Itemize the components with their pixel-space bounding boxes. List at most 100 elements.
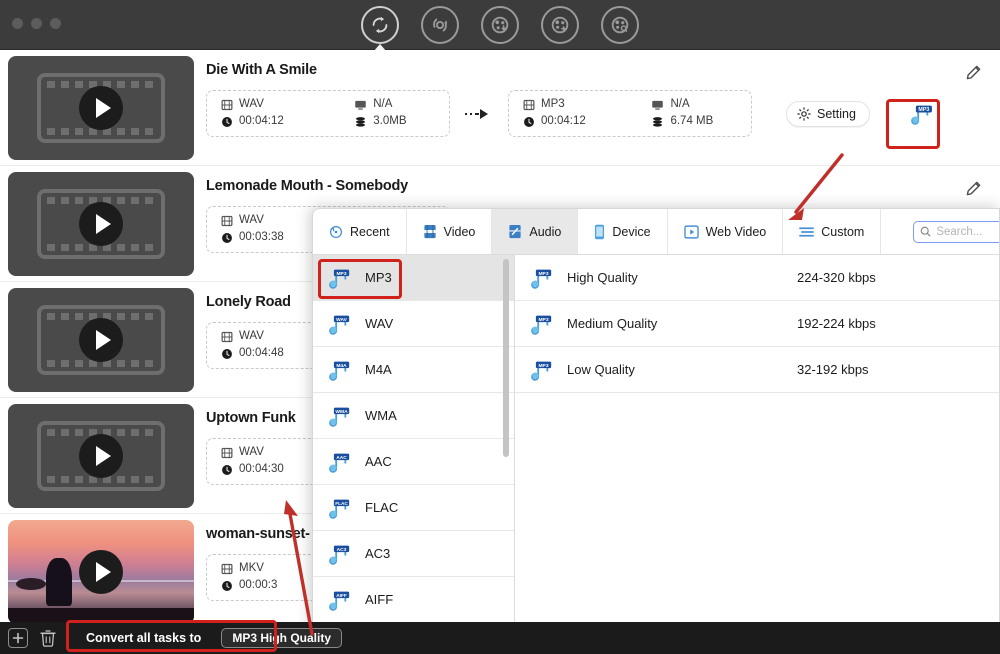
list-item[interactable]: AAC AAC (313, 439, 514, 485)
tab-custom[interactable]: Custom (783, 209, 882, 254)
svg-text:WMA: WMA (335, 408, 348, 414)
setting-button[interactable]: Setting (786, 100, 870, 127)
quality-name: Medium Quality (567, 316, 658, 331)
table-row[interactable]: Die With A Smile WAV N/A 00:04:12 3.0MB … (0, 50, 1000, 166)
source-info-box: WAV N/A 00:04:12 3.0MB (206, 90, 450, 137)
list-item[interactable]: WMA WMA (313, 393, 514, 439)
mp3-music-file-icon: MP3 (329, 269, 350, 289)
tab-audio[interactable]: Audio (492, 209, 579, 254)
web-video-icon (683, 224, 699, 239)
clock-icon (222, 581, 232, 591)
tab-label: Custom (821, 224, 865, 239)
toolbar-downloader-button[interactable] (481, 6, 519, 44)
target-duration: 00:04:12 (523, 116, 609, 128)
convert-circular-arrows-icon (372, 16, 388, 34)
file-format-icon (221, 215, 233, 227)
search-area: Search... (913, 209, 999, 254)
video-file-icon (423, 224, 436, 239)
task-thumbnail[interactable] (8, 288, 194, 392)
tab-label: Web Video (705, 224, 767, 239)
convert-target-dropdown[interactable]: MP3 High Quality (221, 628, 343, 648)
list-item[interactable]: AIFF AIFF (313, 577, 514, 623)
file-format-icon (523, 99, 535, 111)
recent-clock-icon (329, 225, 343, 238)
list-item[interactable]: MP3 Low Quality 32-192 kbps (515, 347, 999, 393)
format-label: WMA (365, 408, 397, 423)
list-item[interactable]: MP3 MP3 (313, 255, 514, 301)
add-file-icon (12, 632, 24, 644)
svg-text:MP3: MP3 (918, 107, 929, 113)
compress-disc-icon (433, 18, 448, 32)
svg-text:MP3: MP3 (337, 270, 347, 276)
list-item[interactable]: FLAC FLAC (313, 485, 514, 531)
list-item[interactable]: M4A M4A (313, 347, 514, 393)
svg-text:WAV: WAV (336, 316, 347, 322)
play-button[interactable] (79, 318, 123, 362)
file-format-icon (221, 447, 233, 459)
popup-tab-bar: Recent Video Audio Device Web Video Cust… (313, 209, 999, 255)
film-reel-record-icon (611, 16, 629, 34)
list-item[interactable]: WAV WAV (313, 301, 514, 347)
format-picker-popup[interactable]: Recent Video Audio Device Web Video Cust… (312, 208, 1000, 654)
resolution-monitor-icon (355, 100, 366, 110)
main-toolbar (0, 0, 1000, 52)
format-label: AAC (365, 454, 392, 469)
task-thumbnail[interactable] (8, 56, 194, 160)
format-list[interactable]: MP3 MP3 WAV WAV M4A M4A WMA WMA AAC AAC … (313, 255, 515, 653)
mp3-music-file-icon: MP3 (531, 315, 552, 335)
svg-text:M4A: M4A (336, 362, 347, 368)
task-title: Lemonade Mouth - Somebody (206, 178, 409, 194)
bottom-bar: Convert all tasks to MP3 High Quality (0, 622, 1000, 654)
gear-icon (797, 106, 811, 121)
format-label: AC3 (365, 546, 391, 561)
file-format-icon (221, 99, 233, 111)
filesize-stack-icon (356, 117, 366, 127)
flac-music-file-icon: FLAC (329, 499, 350, 519)
aiff-music-file-icon: AIFF (329, 591, 350, 611)
play-button[interactable] (79, 434, 123, 478)
target-info-box: MP3 N/A 00:04:12 6.74 MB (508, 90, 752, 137)
tab-web-video[interactable]: Web Video (668, 209, 784, 254)
task-thumbnail[interactable] (8, 520, 194, 622)
app-window: Die With A Smile WAV N/A 00:04:12 3.0MB … (0, 0, 1000, 654)
clock-icon (222, 233, 232, 243)
list-item[interactable]: MP3 Medium Quality 192-224 kbps (515, 301, 999, 347)
film-reel-download-icon (491, 16, 509, 34)
filesize-stack-icon (653, 117, 663, 127)
tab-recent[interactable]: Recent (313, 209, 407, 254)
title-bar (0, 0, 1000, 52)
source-resolution: N/A (354, 99, 435, 111)
search-input[interactable]: Search... (913, 220, 999, 243)
convert-arrow-icon (464, 108, 494, 120)
play-button[interactable] (79, 86, 123, 130)
delete-button[interactable] (38, 628, 58, 648)
quality-list[interactable]: MP3 High Quality 224-320 kbps MP3 Medium… (515, 255, 999, 653)
target-format: MP3 (523, 99, 609, 111)
task-thumbnail[interactable] (8, 172, 194, 276)
ac3-music-file-icon: AC3 (329, 545, 350, 565)
list-item[interactable]: MP3 High Quality 224-320 kbps (515, 255, 999, 301)
tab-device[interactable]: Device (578, 209, 668, 254)
toolbar-recorder-button[interactable] (601, 6, 639, 44)
tab-video[interactable]: Video (407, 209, 493, 254)
format-list-scrollbar[interactable] (503, 259, 509, 457)
list-item[interactable]: AC3 AC3 (313, 531, 514, 577)
edit-pencil-icon[interactable] (964, 64, 982, 82)
edit-pencil-icon[interactable] (964, 180, 982, 198)
play-button[interactable] (79, 550, 123, 594)
play-button[interactable] (79, 202, 123, 246)
task-thumbnail[interactable] (8, 404, 194, 508)
toolbar-converter-button[interactable] (361, 6, 399, 52)
quality-bitrate: 224-320 kbps (797, 270, 876, 285)
target-resolution: N/A (651, 99, 737, 111)
search-placeholder: Search... (936, 225, 983, 238)
add-file-button[interactable] (8, 628, 28, 648)
toolbar-editor-button[interactable] (541, 6, 579, 44)
svg-text:AC3: AC3 (337, 546, 347, 552)
target-format-button[interactable]: MP3 (900, 94, 944, 134)
toolbar-compressor-button[interactable] (421, 6, 459, 44)
audio-file-icon (509, 224, 521, 239)
tab-bar-spacer (881, 209, 913, 254)
format-label: FLAC (365, 500, 399, 515)
device-phone-icon (595, 224, 605, 239)
